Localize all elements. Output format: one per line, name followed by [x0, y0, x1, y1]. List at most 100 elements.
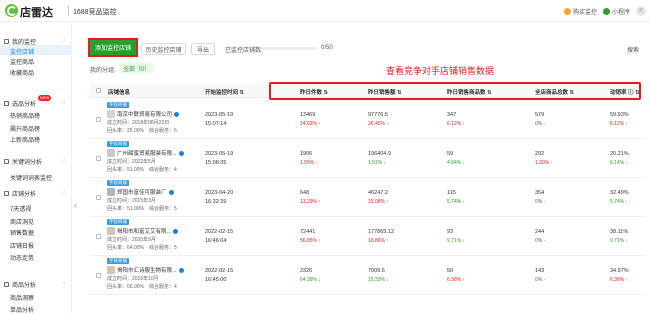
- store-thumbnail[interactable]: [107, 110, 115, 118]
- row-checkbox[interactable]: [96, 195, 101, 200]
- metric-change: 0% -: [535, 199, 546, 205]
- row-checkbox[interactable]: [96, 234, 101, 239]
- new-badge: NEW: [38, 95, 52, 101]
- metric-value: 354: [535, 190, 545, 196]
- sidebar-item[interactable]: 飙升商品榜: [10, 124, 40, 133]
- start-date: 2023-04-20: [205, 190, 234, 196]
- metric-value: 579: [535, 112, 545, 118]
- chevron-up-icon: ⌃: [62, 190, 67, 197]
- store-founded: 成立时间：2020年9月: [107, 237, 156, 243]
- metric-value: 7009.6: [368, 268, 385, 274]
- sidebar-group[interactable]: 店铺分析 ⌃: [4, 189, 66, 198]
- metric-change: 56.65% ↑: [300, 238, 321, 244]
- sidebar-item[interactable]: 商店洞见: [10, 217, 34, 226]
- metric-change: 1.55% ↑: [300, 160, 319, 166]
- sidebar-item[interactable]: 销售数据: [10, 228, 34, 237]
- export-button[interactable]: 导出: [191, 43, 215, 55]
- mini-program-link[interactable]: 小程序: [602, 7, 630, 16]
- store-stats: 回头率：64.00% 综合服务：5: [107, 245, 177, 251]
- metric-value: 1906: [300, 151, 313, 157]
- sidebar-item[interactable]: 7天透视: [10, 204, 31, 213]
- store-thumbnail[interactable]: [107, 227, 115, 235]
- store-name[interactable]: 南京中联贸易有限公司: [117, 110, 180, 118]
- verified-icon: [178, 151, 184, 157]
- sidebar-item[interactable]: 收藏商品: [10, 68, 34, 77]
- store-name[interactable]: 揭阳市和富艾艾有限...: [117, 227, 179, 235]
- start-time: 15:08:35: [205, 160, 227, 166]
- cart-icon: [563, 8, 571, 16]
- select-all-checkbox[interactable]: [96, 88, 101, 93]
- top-right-actions: 购买监控 小程序 P: [563, 6, 646, 16]
- sidebar-item[interactable]: 店铺日报: [10, 241, 34, 250]
- metric-change: 5.74% ↓: [610, 199, 629, 205]
- top-bar: 店雷达 1688竞品监控 购买监控 小程序 P: [0, 0, 650, 22]
- avatar[interactable]: P: [636, 6, 646, 16]
- add-monitor-store-button[interactable]: 添加监控店铺: [88, 38, 138, 57]
- store-thumbnail[interactable]: [107, 149, 115, 157]
- menu-group-icon: [4, 282, 9, 287]
- table-row[interactable]: 字段商铺 郑国市富佳可服装厂 成立时间：2015年3月 回头率：51.00% 综合服务…: [90, 179, 645, 217]
- metric-value: 2326: [300, 268, 313, 274]
- metric-change: 6.38% ↑: [447, 277, 466, 283]
- sidebar-item[interactable]: 上新商品榜: [10, 135, 40, 144]
- sidebar-group[interactable]: 关键词分析 ⌃: [4, 157, 66, 166]
- store-type-tag: 字段商铺: [107, 219, 129, 225]
- metric-change: 64.39% ↓: [300, 277, 321, 283]
- metric-change: 15.33% ↓: [368, 277, 389, 283]
- history-monitor-button[interactable]: 历史监控店铺: [141, 43, 186, 55]
- usage-progress-bar: [262, 47, 317, 50]
- sidebar-item[interactable]: 关键词词表监控: [10, 173, 52, 182]
- search-label[interactable]: 搜索: [627, 45, 639, 54]
- store-type-tag: 字段商铺: [107, 180, 129, 186]
- store-thumbnail[interactable]: [107, 188, 115, 196]
- row-checkbox[interactable]: [96, 117, 101, 122]
- metric-change: 6.12% ↑: [447, 121, 466, 127]
- col-start-time[interactable]: 开始监控时间 ⇅: [205, 88, 244, 96]
- sidebar-group[interactable]: 选品分析 ⌃: [4, 99, 66, 108]
- start-time: 16:45:00: [205, 277, 227, 283]
- collapse-sidebar-icon[interactable]: ‹: [74, 200, 77, 210]
- sidebar-item[interactable]: 商品洞察: [10, 293, 34, 302]
- col-store-info: 店铺信息: [108, 90, 131, 96]
- chevron-up-icon: ⌃: [62, 281, 67, 288]
- buy-monitor-link[interactable]: 购买监控: [563, 7, 597, 16]
- row-checkbox[interactable]: [96, 273, 101, 278]
- metric-change: 26.45% ↑: [368, 121, 389, 127]
- metric-change: 15.08% ↑: [368, 199, 389, 205]
- metric-value: 38.11%: [610, 229, 629, 235]
- menu-group-icon: [4, 39, 9, 44]
- verified-icon: [173, 229, 179, 235]
- metric-value: 34.97%: [610, 268, 629, 274]
- sidebar-item[interactable]: 动态走势: [10, 253, 34, 262]
- metric-value: 177865.12: [368, 229, 394, 235]
- sidebar-item[interactable]: 监控店铺: [10, 47, 34, 56]
- verified-icon: [178, 268, 184, 274]
- store-thumbnail[interactable]: [107, 266, 115, 274]
- chevron-up-icon: ⌃: [62, 100, 67, 107]
- table-row[interactable]: 字段商铺 南京中联贸易有限公司 成立时间：2018年08月22日 回头率：25.00%…: [90, 101, 645, 139]
- chevron-up-icon: ⌃: [62, 158, 67, 165]
- sidebar: 我的监控 ⌃ 监控店铺 监控商品 收藏商品 选品分析 ⌃ NEW 热销商品榜 飙升商品榜 上新商品榜…: [0, 23, 72, 314]
- metric-value: 143: [535, 268, 545, 274]
- store-name[interactable]: 广州甜蜜贸易服装有限...: [117, 149, 184, 157]
- store-name[interactable]: 揭阳市汇诗服生物有限...: [117, 266, 184, 274]
- metric-change: 6.12% ↑: [610, 121, 629, 127]
- start-date: 2023-05-19: [205, 112, 234, 118]
- table-row[interactable]: 字段商铺 广州甜蜜贸易服装有限... 成立时间：2022年5月 回头率：51.00% …: [90, 140, 645, 178]
- row-checkbox[interactable]: [96, 156, 101, 161]
- metric-value: 93: [447, 229, 454, 235]
- metric-value: 20.21%: [610, 151, 629, 157]
- table-row[interactable]: 字段商铺 揭阳市汇诗服生物有限... 成立时间：2016年10月 回头率：66.00%…: [90, 257, 645, 295]
- sidebar-item[interactable]: 监控商品: [10, 57, 34, 66]
- highlight-box: [269, 82, 641, 100]
- store-name[interactable]: 郑国市富佳可服装厂: [117, 188, 174, 196]
- sidebar-group[interactable]: 商品分析 ⌃: [4, 280, 66, 289]
- metric-value: 244: [535, 229, 545, 235]
- metric-value: 648: [300, 190, 310, 196]
- table-row[interactable]: 字段商铺揭阳市和富艾艾有限... 成立时间：2020年9月回头率：64.00% 综…: [90, 218, 645, 256]
- menu-group-icon: [4, 159, 9, 164]
- start-date: 2023-05-19: [205, 151, 234, 157]
- group-tag-all[interactable]: 全部（0）: [120, 63, 154, 73]
- store-founded: 成立时间：2018年08月22日: [107, 120, 170, 126]
- sidebar-item[interactable]: 热销商品榜: [10, 111, 40, 120]
